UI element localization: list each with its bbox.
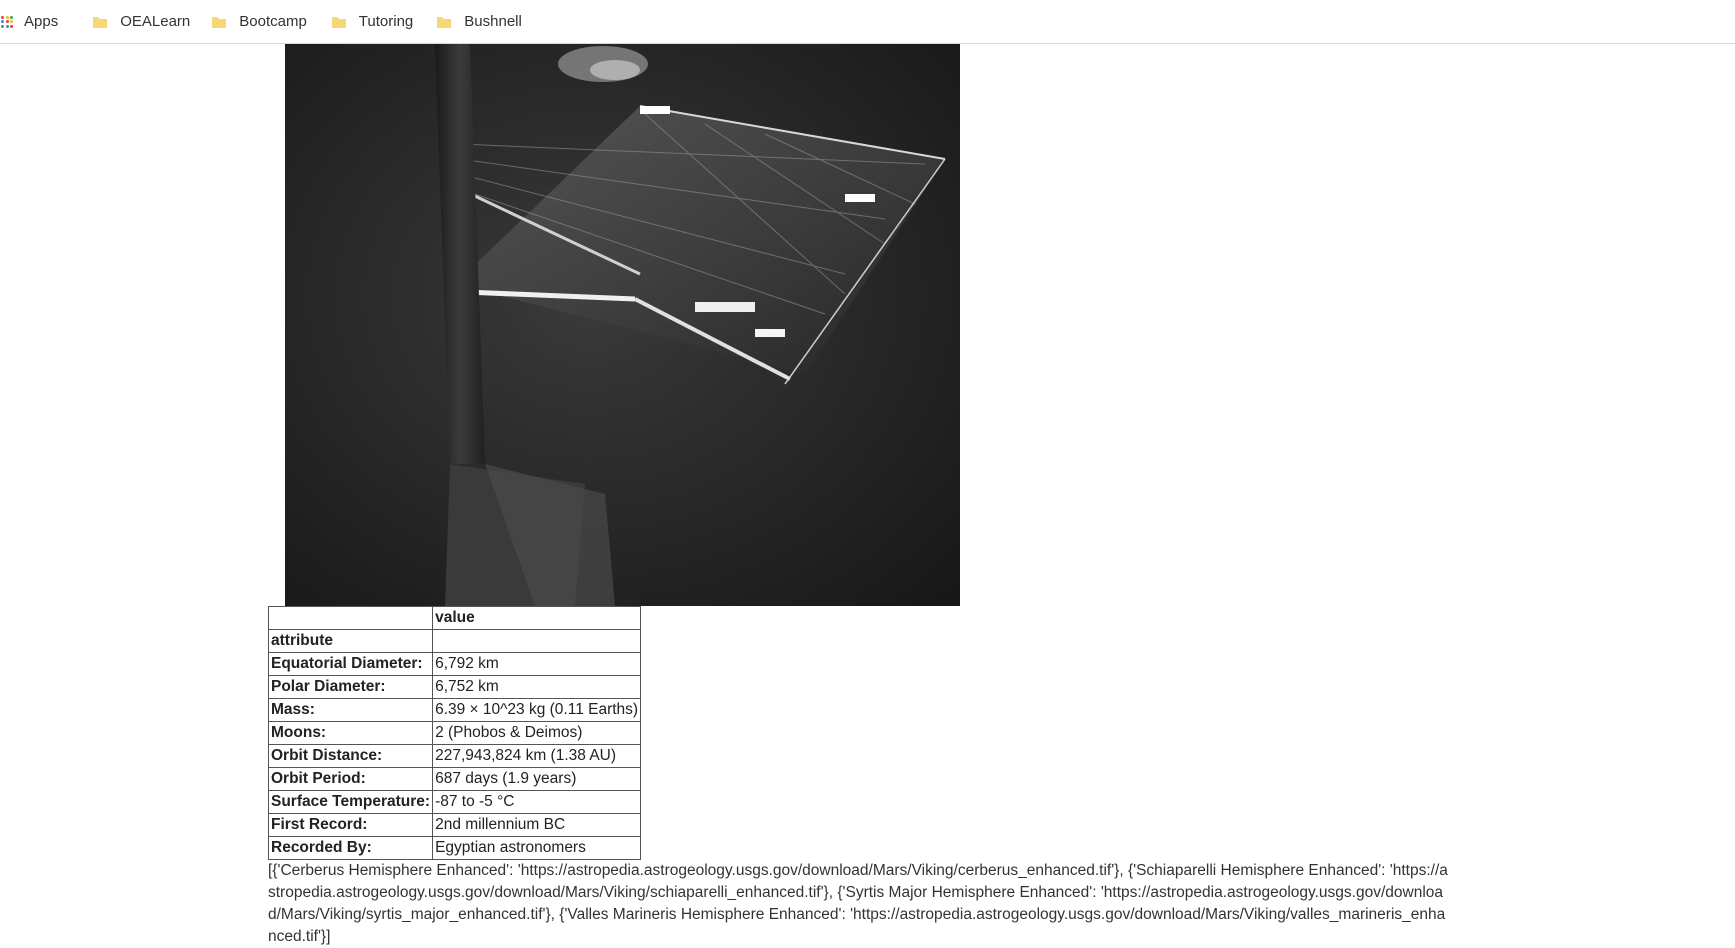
folder-icon — [212, 16, 227, 28]
attribute-cell: Polar Diameter: — [267, 675, 434, 699]
featured-image — [285, 44, 960, 606]
attribute-cell: Equatorial Diameter: — [267, 652, 434, 676]
value-cell: 227,943,824 km (1.38 AU) — [432, 744, 642, 768]
attribute-cell: Surface Temperature: — [267, 790, 434, 814]
folder-icon — [93, 16, 108, 28]
spacecraft-photo — [285, 44, 960, 606]
bookmark-folder-tutoring[interactable]: Tutoring — [307, 7, 413, 37]
table-row: Polar Diameter: 6,752 km — [267, 675, 642, 699]
mars-facts-table: value attribute Equatorial Diameter: 6,7… — [267, 606, 642, 860]
bookmark-label: Bootcamp — [239, 13, 307, 30]
attribute-cell: Moons: — [267, 721, 434, 745]
table-row: Equatorial Diameter: 6,792 km — [267, 652, 642, 676]
apps-grid-icon — [1, 15, 13, 28]
table-row: Moons: 2 (Phobos & Deimos) — [267, 721, 642, 745]
attribute-cell: Mass: — [267, 698, 434, 722]
table-index-row: attribute — [267, 629, 642, 653]
folder-icon — [331, 16, 346, 28]
table-row: Recorded By: Egyptian astronomers — [267, 836, 642, 860]
table-row: Orbit Period: 687 days (1.9 years) — [267, 767, 642, 791]
table-header-row: value — [267, 606, 642, 630]
value-cell: 687 days (1.9 years) — [432, 767, 642, 791]
bookmark-label: Bushnell — [464, 13, 522, 30]
attribute-cell: First Record: — [267, 813, 434, 837]
blank-header-cell — [432, 629, 642, 653]
bookmark-folder-oealearn[interactable]: OEALearn — [78, 7, 190, 37]
value-cell: 6,792 km — [432, 652, 642, 676]
bookmark-label: OEALearn — [120, 13, 191, 30]
value-column-header: value — [432, 606, 642, 630]
bookmarks-bar: Apps OEALearn Bootcamp Tutoring Bushnell — [0, 0, 1735, 44]
value-cell: Egyptian astronomers — [432, 836, 642, 860]
folder-icon — [437, 16, 452, 28]
apps-label: Apps — [24, 13, 59, 30]
apps-bookmark[interactable]: Apps — [1, 7, 58, 37]
value-cell: 2 (Phobos & Deimos) — [432, 721, 642, 745]
table-row: Mass: 6.39 × 10^23 kg (0.11 Earths) — [267, 698, 642, 722]
attribute-cell: Orbit Distance: — [267, 744, 434, 768]
bookmark-folder-bootcamp[interactable]: Bootcamp — [190, 7, 307, 37]
attribute-cell: Recorded By: — [267, 836, 434, 860]
table-row: Orbit Distance: 227,943,824 km (1.38 AU) — [267, 744, 642, 768]
value-cell: 6,752 km — [432, 675, 642, 699]
table-row: First Record: 2nd millennium BC — [267, 813, 642, 837]
attribute-index-header: attribute — [267, 629, 434, 653]
attribute-cell: Orbit Period: — [267, 767, 434, 791]
value-cell: 6.39 × 10^23 kg (0.11 Earths) — [432, 698, 642, 722]
table-row: Surface Temperature: -87 to -5 °C — [267, 790, 642, 814]
bookmark-label: Tutoring — [358, 13, 414, 30]
hemispheres-output-text: [{'Cerberus Hemisphere Enhanced': 'https… — [268, 862, 1448, 945]
value-cell: -87 to -5 °C — [432, 790, 642, 814]
value-cell: 2nd millennium BC — [432, 813, 642, 837]
blank-header-cell — [267, 606, 434, 630]
bookmark-folder-bushnell[interactable]: Bushnell — [413, 7, 522, 37]
